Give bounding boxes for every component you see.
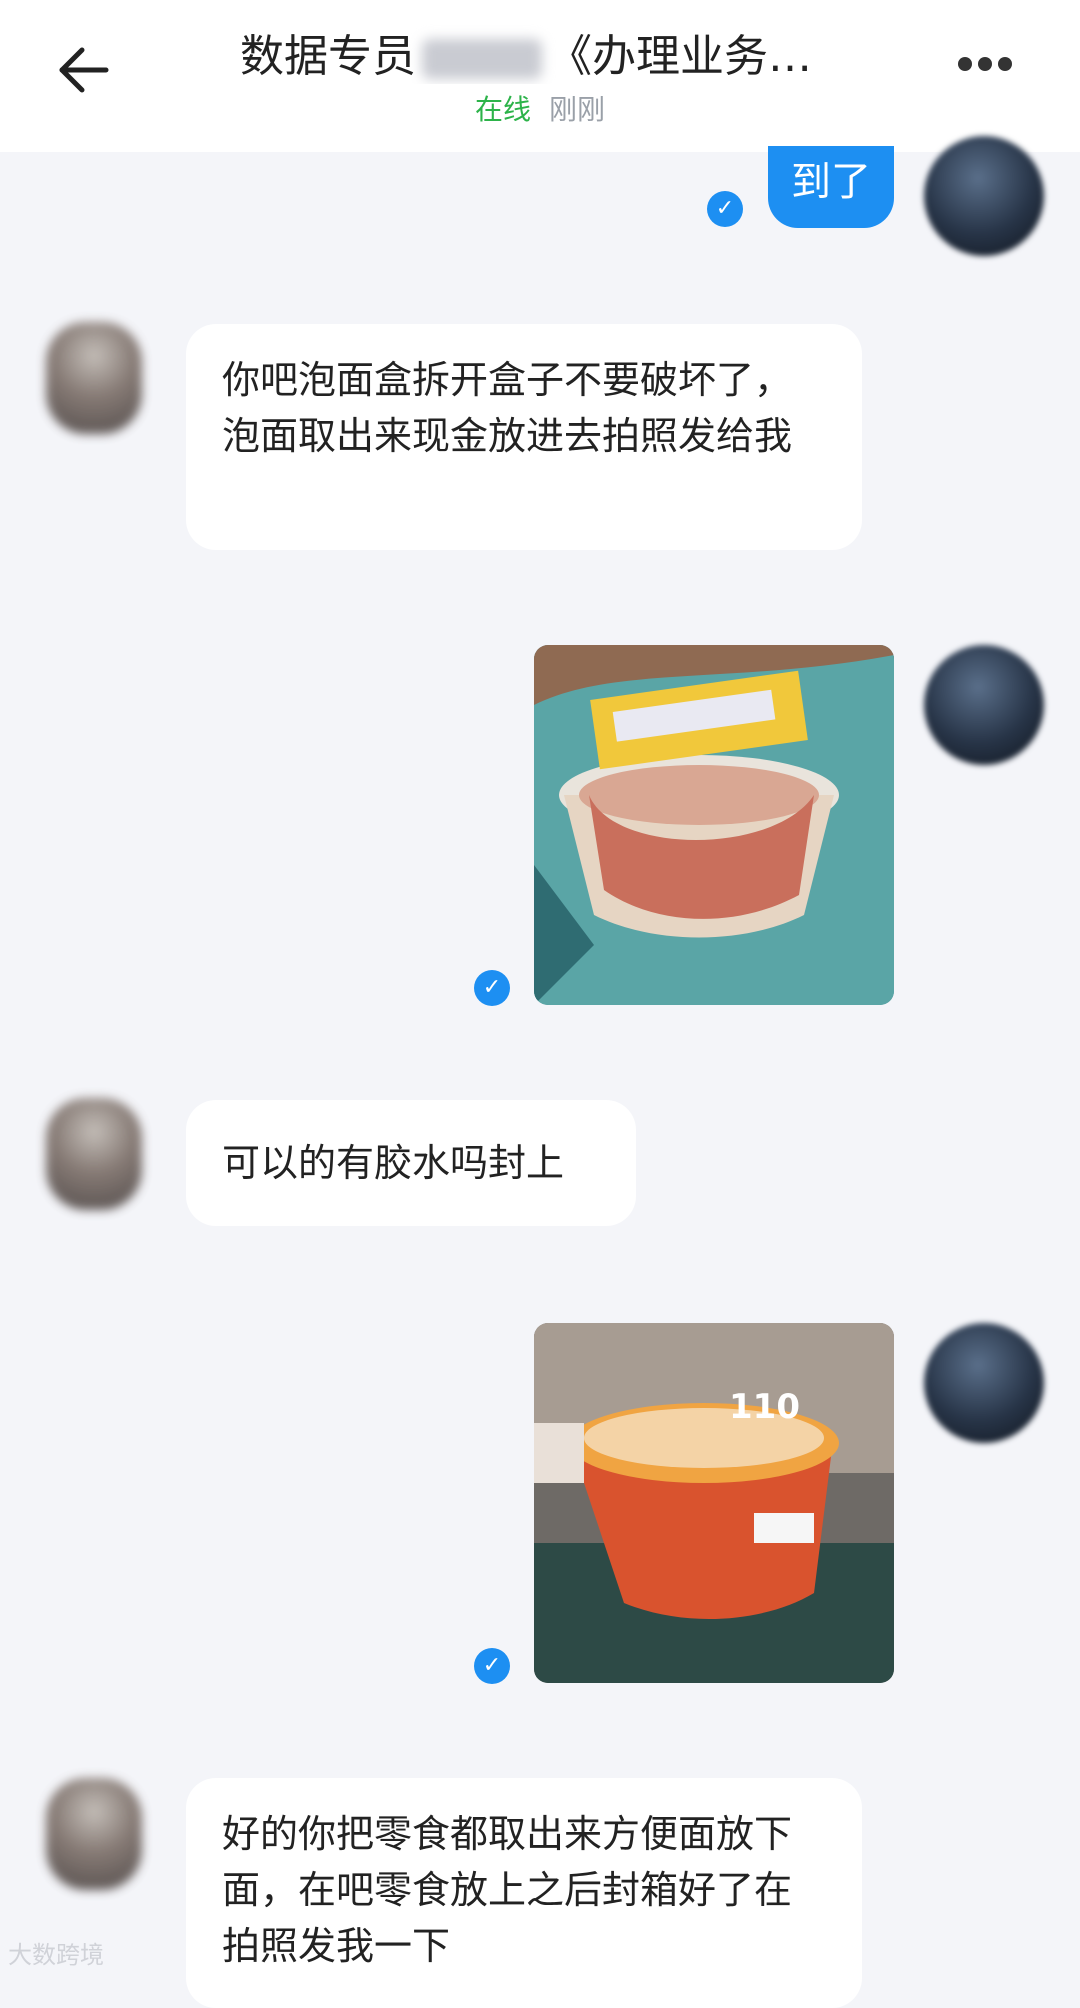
photo-noodle-cup-cash[interactable] — [534, 645, 894, 1005]
read-check-icon: ✓ — [474, 1648, 510, 1684]
chat-header: 数据专员 《办理业务… 在线 刚刚 — [0, 0, 1080, 152]
read-check-icon: ✓ — [707, 191, 743, 227]
message-bubble-other[interactable]: 可以的有胶水吗封上 — [186, 1100, 636, 1226]
message-bubble-self[interactable]: 到了 — [768, 146, 894, 228]
watermark: 大数跨境 — [8, 1941, 104, 1969]
message-text: 好的你把零食都取出来方便面放下面，在吧零食放上之后封箱好了在拍照发我一下 — [222, 1812, 793, 1968]
title-prefix: 数据专员 — [240, 31, 416, 82]
last-seen: 刚刚 — [549, 93, 606, 126]
read-check-icon: ✓ — [474, 970, 510, 1006]
self-avatar[interactable] — [924, 645, 1044, 765]
cup-label-number: 110 — [729, 1387, 800, 1427]
photo-sealed-noodle-cup[interactable]: 110 — [534, 1323, 894, 1683]
contact-avatar[interactable] — [46, 1778, 142, 1890]
message-text: 到了 — [791, 159, 871, 205]
self-avatar[interactable] — [924, 1323, 1044, 1443]
blurred-name — [422, 39, 542, 79]
chat-title: 数据专员 《办理业务… — [240, 20, 840, 84]
chat-status: 在线 刚刚 — [0, 88, 1080, 128]
online-status: 在线 — [474, 93, 531, 126]
message-bubble-other[interactable]: 你吧泡面盒拆开盒子不要破坏了，泡面取出来现金放进去拍照发给我 — [186, 324, 862, 550]
contact-avatar[interactable] — [46, 322, 142, 434]
message-bubble-other[interactable]: 好的你把零食都取出来方便面放下面，在吧零食放上之后封箱好了在拍照发我一下 — [186, 1778, 862, 2008]
self-avatar[interactable] — [924, 136, 1044, 256]
message-text: 你吧泡面盒拆开盒子不要破坏了，泡面取出来现金放进去拍照发给我 — [222, 358, 793, 458]
title-suffix: 《办理业务… — [548, 31, 812, 82]
message-text: 可以的有胶水吗封上 — [222, 1141, 565, 1185]
contact-avatar[interactable] — [46, 1098, 142, 1210]
more-icon[interactable] — [958, 56, 1022, 86]
